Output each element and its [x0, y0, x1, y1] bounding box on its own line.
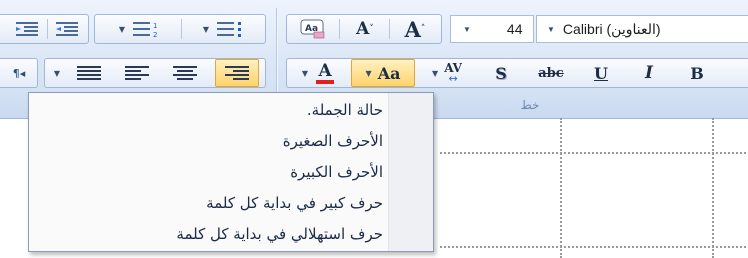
italic-button[interactable]: I: [627, 59, 671, 87]
svg-text:1: 1: [153, 22, 157, 30]
align-right-icon: [225, 66, 249, 80]
font-style-button-group: ▼ A ▼ Aa ▼ AV ↔ S abc U I B: [286, 58, 748, 88]
chevron-down-icon: ▼: [53, 68, 61, 78]
font-color-bar: [316, 79, 335, 84]
increase-indent-button[interactable]: [49, 15, 85, 43]
change-case-menu: حالة الجملة. الأحرف الصغيرة الأحرف الكبي…: [28, 92, 434, 252]
rtl-label: ¶◂: [12, 66, 26, 80]
chevron-down-icon: ▼: [463, 24, 471, 34]
font-name-combo[interactable]: ▼ Calibri (العناوين): [536, 15, 748, 43]
shadow-label: S: [495, 63, 507, 83]
align-left-button[interactable]: [115, 59, 159, 87]
bold-label: B: [690, 63, 704, 83]
menu-item-sentence-case[interactable]: حالة الجملة.: [307, 97, 383, 123]
chevron-down-icon: ▼: [301, 68, 309, 78]
placeholder-border-right: [712, 118, 714, 258]
align-center-button[interactable]: [163, 59, 207, 87]
chevron-down-icon: ▼: [365, 68, 372, 78]
list-button-group: [0, 14, 89, 44]
placeholder-border-divider: [560, 118, 562, 258]
bullets-icon: [217, 22, 242, 37]
svg-text:2: 2: [153, 31, 157, 37]
align-left-icon: [125, 66, 149, 80]
font-group-label: خط: [520, 98, 540, 112]
chevron-down-icon: ▼: [432, 68, 439, 78]
font-size-value: 44: [506, 21, 523, 37]
align-right-button[interactable]: [215, 59, 259, 87]
chevron-down-icon: ▼: [547, 24, 555, 34]
change-case-label: Aa: [377, 63, 401, 83]
bullets-button[interactable]: ▼: [183, 15, 263, 43]
rtl-button[interactable]: ¶◂: [3, 59, 35, 87]
spacing-arrow-icon: ↔: [448, 72, 458, 85]
font-name-value: Calibri (العناوين): [562, 20, 661, 37]
clear-formatting-button[interactable]: Aa: [291, 15, 335, 43]
shrink-arrow-icon: ˅: [369, 24, 374, 34]
character-spacing-button[interactable]: ▼ AV ↔: [419, 59, 475, 87]
italic-label: I: [645, 63, 653, 83]
chevron-down-icon: ▼: [118, 24, 126, 34]
alignment-button-group: ▼: [44, 58, 266, 88]
grow-font-label: A: [404, 16, 421, 42]
font-size-combo[interactable]: ▼ 44: [450, 15, 534, 43]
placeholder-border-top: [440, 152, 748, 154]
placeholder-border-bottom: [440, 246, 748, 248]
numbering-button[interactable]: ▼ 1 2: [99, 15, 179, 43]
strikethrough-label: abc: [538, 65, 564, 81]
increase-indent-icon: [56, 22, 78, 36]
decrease-indent-icon: [16, 22, 38, 36]
underline-label: U: [594, 63, 608, 83]
bullets-button-group: ▼ 1 2 ▼: [94, 14, 266, 44]
change-case-button[interactable]: ▼ Aa: [351, 59, 415, 87]
font-color-button[interactable]: ▼ A: [291, 59, 345, 87]
grow-font-button[interactable]: A ˄: [391, 15, 439, 43]
shrink-font-label: A: [356, 19, 370, 39]
strikethrough-button[interactable]: abc: [525, 59, 577, 87]
alignment-dropdown[interactable]: ▼: [49, 59, 65, 87]
underline-button[interactable]: U: [579, 59, 623, 87]
menu-item-lowercase[interactable]: الأحرف الصغيرة: [283, 128, 383, 154]
font-color-label: A: [318, 60, 332, 81]
decrease-indent-button[interactable]: [9, 15, 45, 43]
menu-item-capitalize-each-word[interactable]: حرف كبير في بداية كل كلمة: [206, 190, 383, 216]
numbering-icon: 1 2: [133, 22, 158, 37]
direction-button-group: ¶◂: [0, 58, 38, 88]
shadow-button[interactable]: S: [479, 59, 523, 87]
font-size-button-group: Aa A ˅ A ˄: [286, 14, 442, 44]
menu-item-toggle-case[interactable]: حرف استهلالي في بداية كل كلمة: [176, 221, 383, 247]
shrink-font-button[interactable]: A ˅: [343, 15, 387, 43]
align-center-icon: [173, 66, 197, 80]
justify-icon: [77, 66, 101, 80]
chevron-down-icon: ▼: [202, 24, 210, 34]
menu-icon-gutter: [388, 93, 433, 251]
justify-button[interactable]: [67, 59, 111, 87]
clear-formatting-icon: Aa: [300, 19, 325, 39]
menu-item-uppercase[interactable]: الأحرف الكبيرة: [290, 159, 383, 185]
grow-arrow-icon: ˄: [420, 24, 426, 34]
bold-button[interactable]: B: [675, 59, 719, 87]
